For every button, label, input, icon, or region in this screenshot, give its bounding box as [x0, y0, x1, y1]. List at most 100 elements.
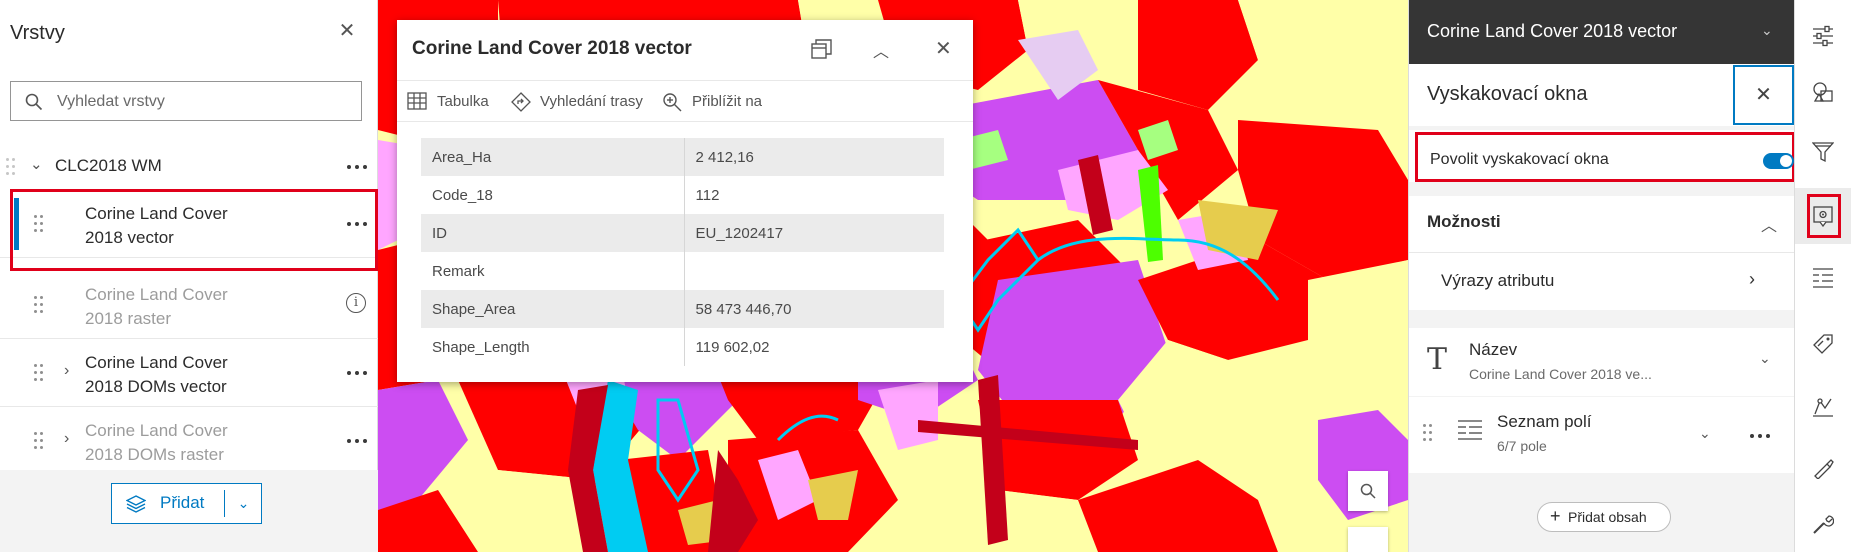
fields-list-card[interactable]: Seznam polí 6/7 pole ⌄ [1409, 397, 1795, 473]
popup-title: Corine Land Cover 2018 vector [412, 38, 692, 59]
panel-title: Vyskakovací okna [1427, 83, 1588, 105]
add-content-label: Přidat obsah [1568, 509, 1647, 525]
add-content-button[interactable]: + Přidat obsah [1537, 502, 1671, 532]
title-card-label: Název [1469, 340, 1518, 359]
map-search-button[interactable] [1348, 471, 1388, 511]
more-icon[interactable] [346, 368, 368, 378]
more-icon[interactable] [1749, 431, 1771, 441]
styles-button[interactable] [1795, 64, 1851, 120]
search-icon [1360, 483, 1376, 499]
attribute-expressions-item[interactable]: Výrazy atributu › [1409, 252, 1795, 310]
chevron-down-icon[interactable]: ⌄ [30, 155, 43, 173]
analysis-icon [1814, 459, 1834, 479]
chevron-down-icon[interactable]: ⌄ [1699, 425, 1711, 442]
chevron-up-icon[interactable]: ︿ [1761, 212, 1777, 236]
layer-row-clc-vector[interactable]: Corine Land Cover 2018 vector [0, 190, 378, 258]
layer-name: Corine Land Cover 2018 raster [85, 285, 228, 328]
plus-icon: + [1550, 506, 1561, 526]
tools-icon [1813, 515, 1834, 534]
attribute-key: Area_Ha [421, 138, 685, 176]
route-icon [511, 92, 531, 112]
dock-icon[interactable] [811, 38, 835, 62]
attribute-key: Remark [421, 252, 685, 290]
options-section-header[interactable]: Možnosti ︿ [1409, 196, 1795, 252]
attribute-value: 119 602,02 [695, 338, 770, 356]
layer-row-clc-doms-raster[interactable]: › Corine Land Cover 2018 DOMs raster [0, 407, 378, 475]
layer-search-input-box[interactable] [10, 81, 362, 121]
layers-panel: Vrstvy ✕ ⌄ CLC2018 WM Corine Land Cover … [0, 0, 378, 552]
table-row: Remark [421, 252, 944, 290]
more-icon[interactable] [346, 219, 368, 229]
properties-icon [1813, 25, 1833, 47]
layers-panel-title: Vrstvy [10, 22, 65, 44]
grip-icon[interactable] [34, 432, 44, 450]
enable-popups-row[interactable]: Povolit vyskakovací okna [1409, 130, 1795, 182]
title-content-card[interactable]: T Název Corine Land Cover 2018 ve... ⌄ [1409, 328, 1795, 396]
grip-icon[interactable] [34, 215, 44, 233]
close-icon[interactable]: ✕ [935, 36, 952, 61]
more-icon[interactable] [346, 436, 368, 446]
attribute-key: Code_18 [421, 176, 685, 214]
chevron-right-icon[interactable]: › [64, 362, 69, 380]
enable-popups-toggle[interactable] [1763, 153, 1794, 169]
table-row: Shape_Length 119 602,02 [421, 328, 944, 366]
analysis-button[interactable] [1795, 440, 1851, 496]
zoom-to-action-label: Přiblížit na [692, 93, 763, 110]
add-layer-label: Přidat [160, 493, 205, 512]
chevron-down-icon[interactable]: ⌄ [1759, 350, 1771, 367]
layer-name: Corine Land Cover 2018 DOMs raster [85, 421, 228, 464]
layer-group-row[interactable]: ⌄ CLC2018 WM [0, 145, 378, 189]
grip-icon[interactable] [6, 158, 16, 176]
table-row: Code_18 112 [421, 176, 944, 214]
chevron-right-icon[interactable]: › [64, 430, 69, 448]
attribute-key: ID [421, 214, 685, 252]
filter-button[interactable] [1795, 124, 1851, 180]
fields-list-icon [1813, 268, 1833, 288]
layer-selector[interactable]: Corine Land Cover 2018 vector ⌄ [1409, 0, 1795, 64]
attribute-value [684, 252, 944, 290]
map-tool-button[interactable] [1348, 527, 1388, 552]
fields-card-label: Seznam polí [1497, 412, 1592, 431]
layer-search-input[interactable] [57, 90, 347, 114]
attribute-table: Area_Ha 2 412,16 Code_18 112 ID EU_1202417 … [421, 138, 944, 366]
fields-list-icon [1458, 420, 1482, 440]
labels-button[interactable] [1795, 316, 1851, 372]
popups-config-panel: Corine Land Cover 2018 vector ⌄ Vyskakov… [1408, 0, 1795, 552]
table-row: ID EU_1202417 [421, 214, 944, 252]
table-row: Area_Ha 2 412,16 [421, 138, 944, 176]
close-icon[interactable]: ✕ [1733, 65, 1794, 125]
more-icon[interactable] [346, 162, 368, 172]
panel-subheader: Vyskakovací okna ✕ [1409, 64, 1795, 126]
properties-button[interactable] [1795, 8, 1851, 64]
table-icon [407, 92, 427, 110]
table-action-label: Tabulka [437, 93, 489, 110]
labels-icon [1813, 334, 1833, 354]
options-label: Možnosti [1427, 212, 1501, 231]
layer-row-clc-doms-vector[interactable]: › Corine Land Cover 2018 DOMs vector [0, 339, 378, 407]
selected-layer-title: Corine Land Cover 2018 vector [1427, 21, 1678, 41]
feature-popup: Corine Land Cover 2018 vector ︿ ✕ Tabulk… [397, 20, 973, 382]
attribute-key: Shape_Area [421, 290, 685, 328]
grip-icon[interactable] [34, 296, 44, 314]
highlight-frame [1807, 194, 1841, 238]
attribute-expressions-label: Výrazy atributu [1441, 271, 1555, 290]
close-icon[interactable]: ✕ [336, 20, 358, 42]
chevron-right-icon[interactable]: › [1749, 269, 1755, 290]
add-layer-button[interactable]: Přidat [112, 484, 224, 523]
chevron-down-icon[interactable]: ⌄ [1761, 22, 1773, 39]
tools-button[interactable] [1795, 496, 1851, 552]
attribute-value: EU_1202417 [684, 214, 944, 252]
grip-icon[interactable] [34, 364, 44, 382]
styles-icon [1813, 82, 1833, 102]
chevron-up-icon[interactable]: ︿ [873, 38, 889, 62]
layer-row-clc-raster[interactable]: Corine Land Cover 2018 raster i [0, 271, 378, 339]
attribute-value: 58 473 446,70 [684, 290, 944, 328]
enable-popups-label: Povolit vyskakovací okna [1430, 151, 1609, 168]
info-icon[interactable]: i [346, 293, 366, 313]
fields-button[interactable] [1795, 250, 1851, 306]
sketch-button[interactable] [1795, 378, 1851, 434]
add-layer-split-button[interactable]: Přidat ⌄ [111, 483, 262, 524]
chevron-down-icon[interactable]: ⌄ [224, 490, 262, 517]
layer-group-label: CLC2018 WM [55, 156, 162, 175]
grip-icon[interactable] [1423, 424, 1433, 442]
